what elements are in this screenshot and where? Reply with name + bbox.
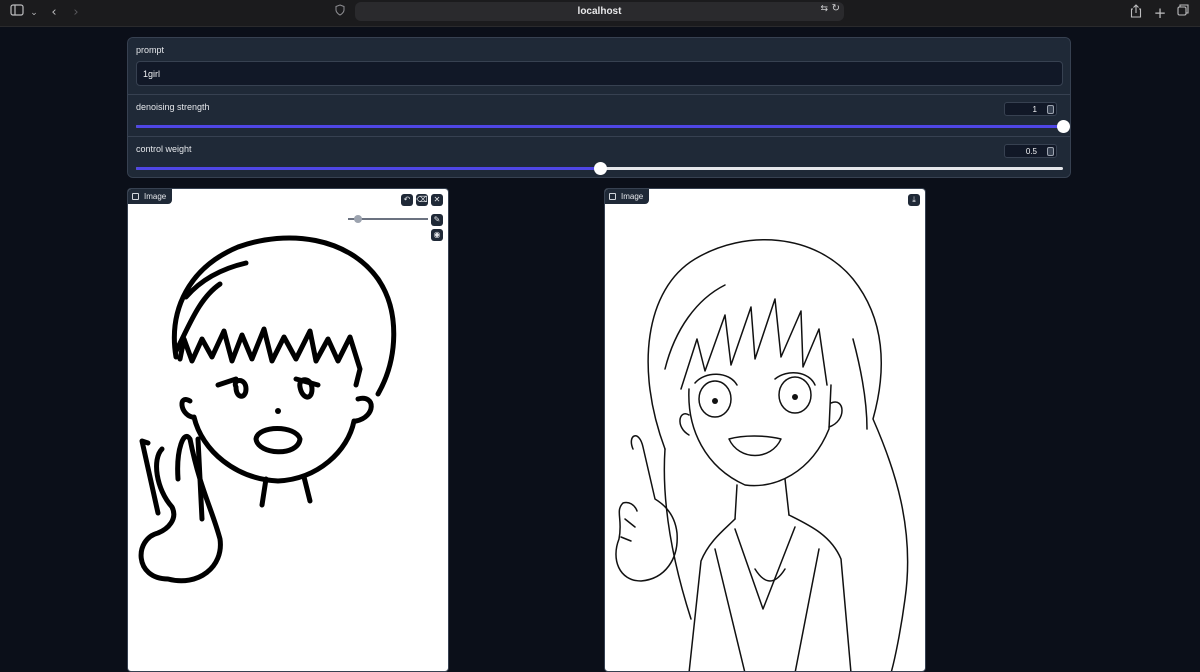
clear-icon[interactable]: ✕ [431,194,443,206]
prompt-row: prompt 1girl [128,38,1070,94]
image-icon [132,193,139,200]
image-label: Image [144,192,167,201]
new-tab-icon[interactable]: + [1153,4,1167,22]
eraser-icon[interactable]: ⌫ [416,194,428,206]
denoising-strength-slider[interactable] [136,120,1070,133]
spinner-icon[interactable] [1047,147,1054,156]
denoising-strength-value: 1 [1032,105,1037,114]
color-icon[interactable]: ◉ [431,229,443,241]
address-bar[interactable]: localhost ⇆ ↻ [355,2,844,21]
settings-panel: prompt 1girl denoising strength 1 contro… [127,37,1071,178]
download-icon[interactable]: ⤓ [908,194,920,206]
image-label: Image [621,192,644,201]
control-weight-row: control weight 0.5 [128,136,1070,177]
undo-icon[interactable]: ↶ [401,194,413,206]
image-label-tag: Image [128,189,173,204]
denoising-strength-label: denoising strength [136,102,210,112]
url-text: localhost [577,6,622,17]
shield-icon[interactable] [334,4,346,22]
control-weight-slider[interactable] [136,162,1063,175]
prompt-label: prompt [136,45,165,55]
brush-icon[interactable]: ✎ [431,214,443,226]
slider-fill [136,125,1063,128]
brush-size-slider[interactable] [348,215,428,223]
sketch-canvas[interactable] [128,189,449,672]
denoising-strength-row: denoising strength 1 [128,94,1070,136]
tabs-icon[interactable] [1176,4,1190,22]
control-weight-value: 0.5 [1025,147,1037,156]
sketch-input-image[interactable]: Image ↶ ⌫ ✕ ✎ ◉ [127,188,449,672]
denoising-strength-number-input[interactable]: 1 [1004,102,1057,116]
prompt-input[interactable]: 1girl [136,61,1063,86]
brush-size-thumb[interactable] [354,215,362,223]
generated-lineart [615,239,909,671]
slider-fill [136,167,600,170]
spinner-icon[interactable] [1047,105,1054,114]
generated-output-image: Image ⤓ [604,188,926,672]
prompt-value: 1girl [143,69,161,79]
browser-toolbar: ⌄ ‹ › localhost ⇆ ↻ + [0,0,1200,27]
image-label-tag: Image [605,189,650,204]
back-icon[interactable]: ‹ [48,4,60,22]
forward-icon[interactable]: › [70,4,82,22]
chevron-down-icon[interactable]: ⌄ [29,4,39,22]
slider-thumb[interactable] [1057,120,1070,133]
slider-thumb[interactable] [593,162,607,175]
reload-icon[interactable]: ↻ [832,3,840,14]
control-weight-label: control weight [136,144,192,154]
generated-left-pupil [712,398,718,404]
sidebar-icon[interactable] [9,4,25,22]
translate-icon[interactable]: ⇆ [820,4,828,14]
image-icon [609,193,616,200]
share-icon[interactable] [1129,4,1143,22]
control-weight-number-input[interactable]: 0.5 [1004,144,1057,158]
generated-right-pupil [792,394,798,400]
sketch-nose [275,408,281,414]
